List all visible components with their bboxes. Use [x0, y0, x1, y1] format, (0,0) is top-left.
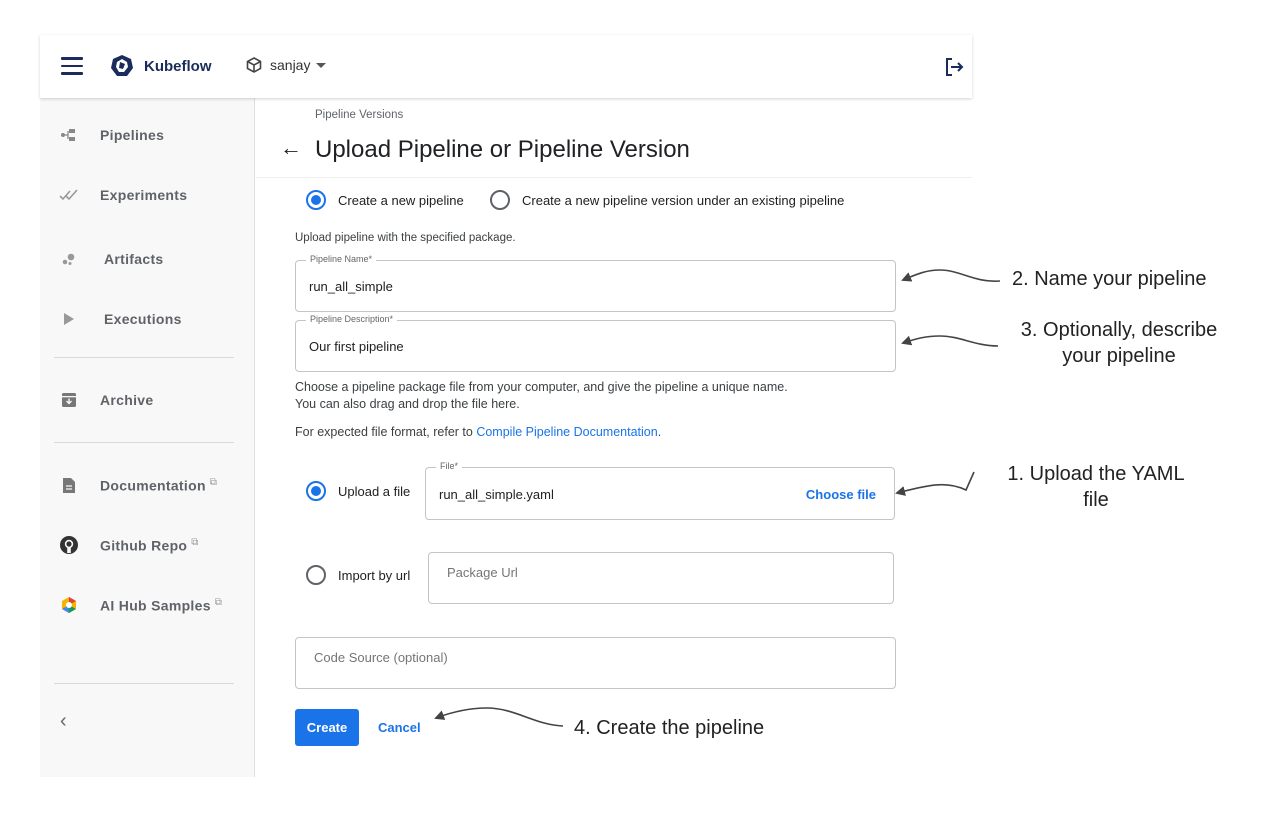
arrow-step-4 — [434, 707, 564, 727]
namespace-name: sanjay — [270, 57, 311, 73]
arrow-step-3 — [901, 335, 999, 347]
annotation-step-3: 3. Optionally, describe your pipeline — [1009, 317, 1229, 369]
kubeflow-logo-icon — [111, 55, 133, 76]
annotation-step-4: 4. Create the pipeline — [574, 717, 765, 739]
namespace-cube-icon — [246, 57, 262, 73]
chevron-down-icon — [316, 62, 327, 68]
annotation-step-1-line-1: 1. Upload the YAML — [1007, 463, 1185, 485]
annotation-arrows — [434, 269, 1001, 727]
arrow-step-1 — [895, 471, 975, 496]
annotation-step-3-line-2: your pipeline — [1062, 345, 1176, 367]
logout-icon[interactable] — [943, 56, 965, 78]
arrow-step-2 — [901, 269, 1001, 282]
annotation-step-2: 2. Name your pipeline — [1012, 268, 1207, 290]
menu-icon[interactable] — [61, 57, 83, 75]
brand-name: Kubeflow — [144, 57, 212, 75]
annotation-step-1: 1. Upload the YAML file — [998, 461, 1194, 513]
annotation-step-1-line-2: file — [1083, 489, 1109, 511]
brand[interactable]: Kubeflow — [110, 54, 212, 78]
namespace-selector[interactable]: sanjay — [246, 57, 327, 73]
annotation-step-3-line-1: 3. Optionally, describe — [1020, 319, 1218, 341]
top-bar: Kubeflow sanjay — [40, 35, 972, 98]
